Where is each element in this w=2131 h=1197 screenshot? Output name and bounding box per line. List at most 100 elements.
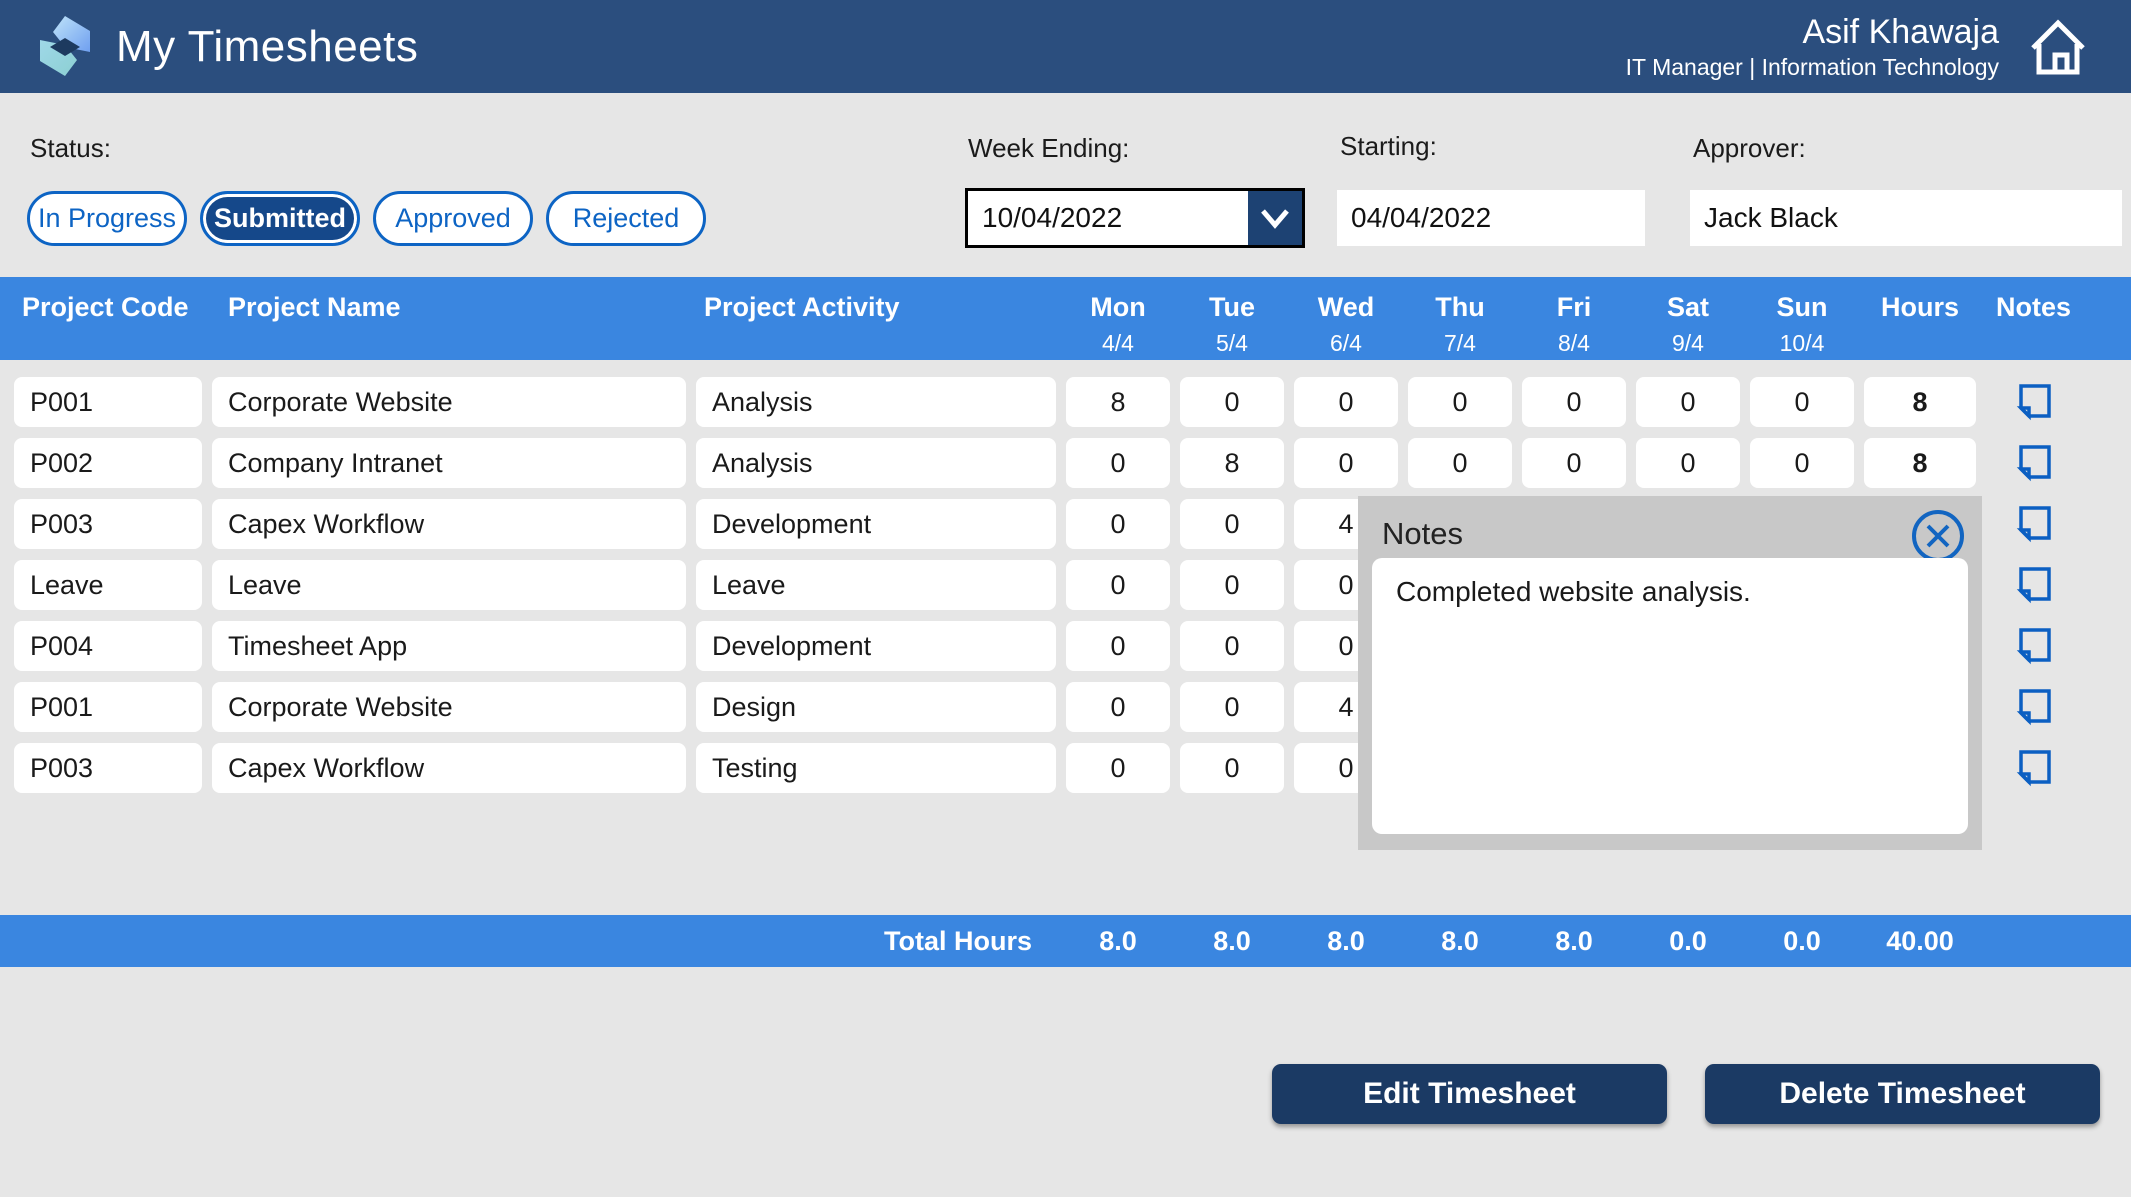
row-notes-button[interactable] [1986, 560, 2081, 610]
approver-field[interactable]: Jack Black [1690, 190, 2122, 246]
column-header-thu: Thu 7/4 [1408, 277, 1512, 359]
row-notes-button[interactable] [1986, 499, 2081, 549]
table-row: P001Corporate WebsiteAnalysis80000008 [0, 377, 2131, 427]
cell-day-hours: 0 [1522, 377, 1626, 427]
total-day-value: 8.0 [1522, 926, 1626, 957]
column-header-project-activity: Project Activity [696, 277, 1056, 323]
cell-day-hours: 0 [1066, 743, 1170, 793]
chevron-down-icon [1248, 191, 1302, 245]
row-notes-button[interactable] [1986, 377, 2081, 427]
home-button[interactable] [2025, 14, 2091, 80]
column-header-wed: Wed6/4 [1294, 277, 1398, 359]
column-header-sat: Sat 9/4 [1636, 277, 1740, 359]
day-date: 5/4 [1216, 327, 1248, 359]
day-name: Sat [1667, 291, 1709, 323]
cell-day-hours: 0 [1066, 438, 1170, 488]
cell-day-hours: 0 [1294, 377, 1398, 427]
user-role: IT Manager | Information Technology [1626, 52, 1999, 82]
day-name: Tue [1209, 291, 1255, 323]
starting-date-field[interactable]: 04/04/2022 [1337, 190, 1645, 246]
day-date: 6/4 [1330, 327, 1362, 359]
table-header: Project Code Project Name Project Activi… [0, 277, 2131, 360]
total-day-value: 0.0 [1750, 926, 1854, 957]
cell-day-hours: 0 [1180, 499, 1284, 549]
edit-timesheet-button[interactable]: Edit Timesheet [1272, 1064, 1667, 1124]
row-notes-button[interactable] [1986, 743, 2081, 793]
cell-project-code: P001 [14, 682, 202, 732]
cell-day-hours: 0 [1180, 560, 1284, 610]
column-header-sun: Sun10/4 [1750, 277, 1854, 359]
week-ending-dropdown[interactable]: 10/04/2022 [965, 188, 1305, 248]
cell-project-activity: Testing [696, 743, 1056, 793]
note-icon [2013, 502, 2055, 547]
day-name: Thu [1435, 291, 1484, 323]
cell-project-name: Company Intranet [212, 438, 686, 488]
page-title: My Timesheets [116, 22, 418, 72]
cell-project-code: P003 [14, 499, 202, 549]
cell-day-hours: 0 [1408, 438, 1512, 488]
cell-day-hours: 0 [1066, 560, 1170, 610]
cell-project-activity: Development [696, 499, 1056, 549]
cell-day-hours: 0 [1180, 682, 1284, 732]
column-header-fri: Fri8/4 [1522, 277, 1626, 359]
cell-project-name: Capex Workflow [212, 499, 686, 549]
cell-day-hours: 0 [1180, 621, 1284, 671]
starting-label: Starting: [1340, 131, 1437, 162]
day-name: Fri [1557, 291, 1592, 323]
note-icon [2013, 380, 2055, 425]
week-ending-value: 10/04/2022 [968, 191, 1248, 245]
cell-day-hours: 0 [1408, 377, 1512, 427]
note-icon [2013, 685, 2055, 730]
status-pill-rejected[interactable]: Rejected [546, 191, 706, 246]
notes-popup: Notes Completed website analysis. [1358, 496, 1982, 850]
day-date: 4/4 [1102, 327, 1134, 359]
cell-day-hours: 0 [1750, 377, 1854, 427]
totals-bar: Total Hours 8.08.08.08.08.00.00.0 40.00 [0, 915, 2131, 967]
day-name: Mon [1090, 291, 1145, 323]
total-hours-value: 40.00 [1864, 926, 1976, 957]
total-day-value: 8.0 [1294, 926, 1398, 957]
cell-day-hours: 0 [1066, 682, 1170, 732]
cell-project-name: Corporate Website [212, 682, 686, 732]
column-header-mon: Mon 4/4 [1066, 277, 1170, 359]
cell-project-code: Leave [14, 560, 202, 610]
note-icon [2013, 563, 2055, 608]
cell-day-hours: 0 [1180, 377, 1284, 427]
cell-day-hours: 0 [1294, 438, 1398, 488]
cell-project-code: P001 [14, 377, 202, 427]
status-pill-submitted[interactable]: Submitted [200, 191, 360, 246]
cell-project-name: Leave [212, 560, 686, 610]
cell-day-hours: 0 [1636, 438, 1740, 488]
total-day-value: 8.0 [1066, 926, 1170, 957]
cell-day-hours: 0 [1066, 499, 1170, 549]
cell-project-activity: Design [696, 682, 1056, 732]
column-header-tue: Tue 5/4 [1180, 277, 1284, 359]
row-notes-button[interactable] [1986, 682, 2081, 732]
day-date: 9/4 [1672, 327, 1704, 359]
row-notes-button[interactable] [1986, 438, 2081, 488]
user-name: Asif Khawaja [1802, 12, 1999, 52]
app-header: My Timesheets Asif Khawaja IT Manager | … [0, 0, 2131, 93]
note-icon [2013, 441, 2055, 486]
total-day-value: 8.0 [1180, 926, 1284, 957]
cell-project-code: P004 [14, 621, 202, 671]
row-notes-button[interactable] [1986, 621, 2081, 671]
day-name: Sun [1777, 291, 1828, 323]
app-canvas: My Timesheets Asif Khawaja IT Manager | … [0, 0, 2131, 1197]
day-date: 7/4 [1444, 327, 1476, 359]
cell-project-name: Timesheet App [212, 621, 686, 671]
status-pill-approved[interactable]: Approved [373, 191, 533, 246]
status-pill-group: In ProgressSubmittedApprovedRejected [27, 191, 706, 246]
approver-label: Approver: [1693, 133, 1806, 164]
status-pill-in-progress[interactable]: In Progress [27, 191, 187, 246]
cell-day-hours: 0 [1180, 743, 1284, 793]
cell-total-hours: 8 [1864, 377, 1976, 427]
app-logo-icon [33, 14, 97, 78]
note-icon [2013, 624, 2055, 669]
home-icon [2025, 68, 2091, 83]
cell-total-hours: 8 [1864, 438, 1976, 488]
notes-popup-close-button[interactable] [1910, 508, 1966, 564]
delete-timesheet-button[interactable]: Delete Timesheet [1705, 1064, 2100, 1124]
column-header-project-name: Project Name [212, 277, 686, 323]
notes-popup-content[interactable]: Completed website analysis. [1372, 558, 1968, 834]
